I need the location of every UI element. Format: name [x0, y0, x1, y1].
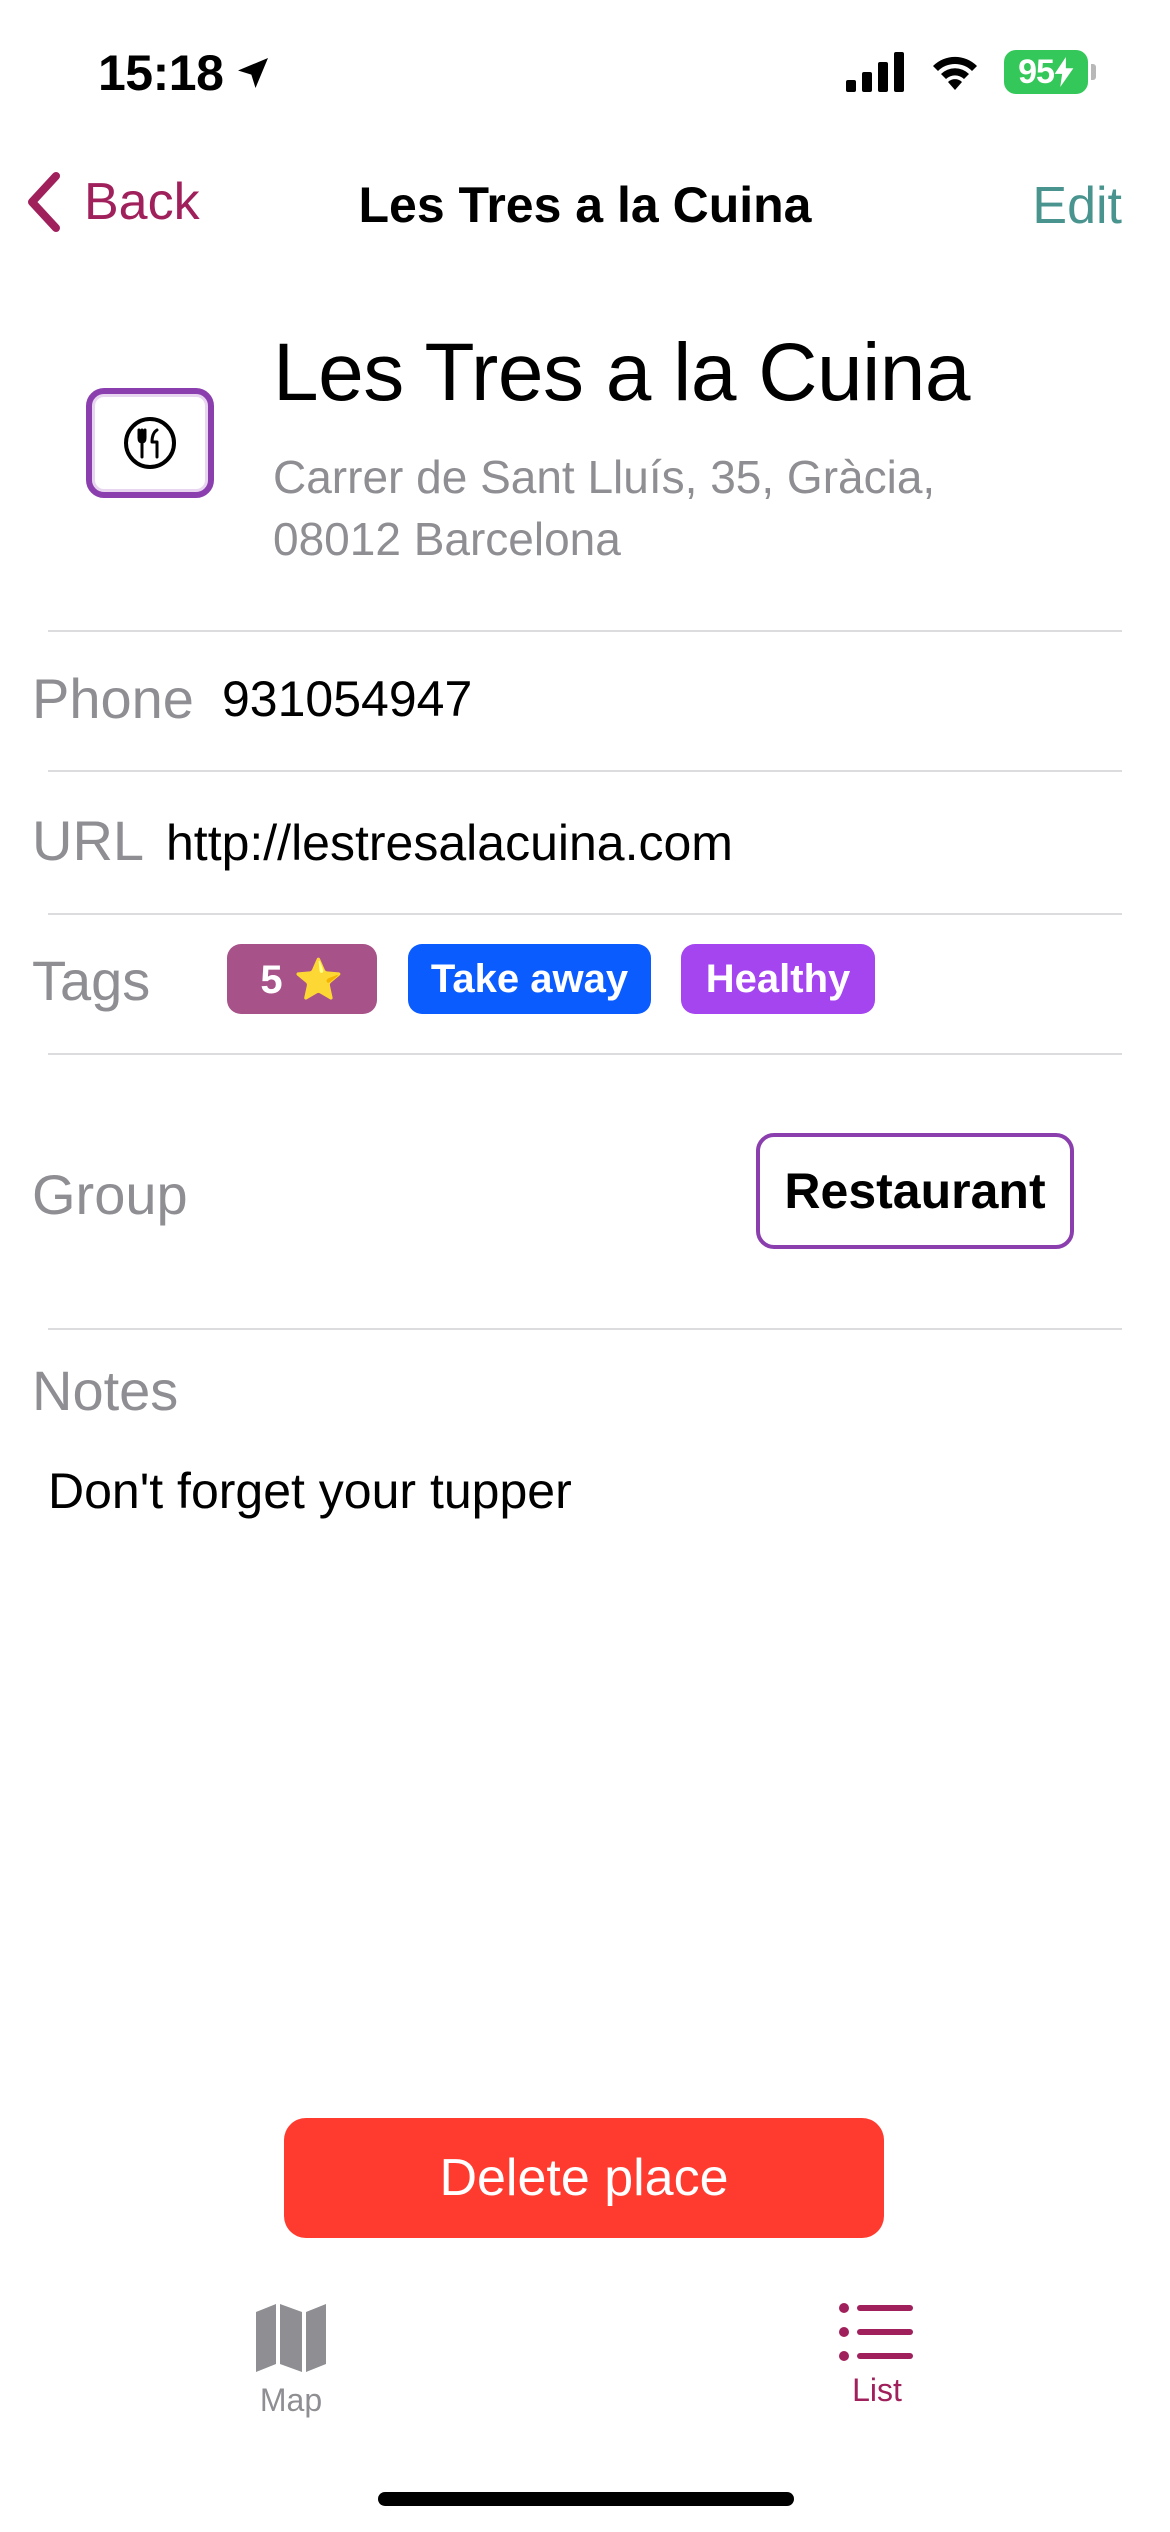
tag-take-away[interactable]: Take away — [408, 944, 651, 1014]
status-indicators: 95 — [846, 50, 1096, 94]
nav-title: Les Tres a la Cuina — [358, 177, 812, 233]
battery-indicator: 95 — [1004, 50, 1096, 94]
cellular-signal-icon — [846, 52, 904, 92]
tab-map-label: Map — [259, 2382, 323, 2418]
address-line-2: 08012 Barcelona — [273, 513, 621, 565]
divider — [48, 630, 1122, 632]
url-value[interactable]: http://lestresalacuina.com — [166, 814, 733, 872]
battery-percent: 95 — [1018, 52, 1055, 91]
place-group-icon — [86, 388, 214, 498]
tag-healthy[interactable]: Healthy — [681, 944, 875, 1014]
notes-value[interactable]: Don't forget your tupper — [48, 1462, 572, 1520]
address-line-1: Carrer de Sant Lluís, 35, Gràcia, — [273, 451, 936, 503]
battery-level: 95 — [1004, 50, 1088, 94]
tab-map[interactable]: Map — [141, 2302, 441, 2419]
divider — [48, 913, 1122, 915]
delete-place-button[interactable]: Delete place — [284, 2118, 884, 2238]
divider — [48, 1053, 1122, 1055]
group-button[interactable]: Restaurant — [756, 1133, 1074, 1249]
tags-label: Tags — [32, 949, 151, 1012]
phone-value[interactable]: 931054947 — [222, 670, 472, 728]
home-indicator[interactable] — [378, 2492, 794, 2506]
url-label: URL — [32, 809, 145, 872]
wifi-icon — [933, 56, 977, 90]
list-icon — [839, 2303, 913, 2361]
place-name: Les Tres a la Cuina — [273, 327, 971, 418]
fork-knife-icon — [124, 417, 176, 469]
status-bar-time: 15:18 — [98, 44, 273, 102]
notes-label: Notes — [32, 1359, 179, 1422]
tag-rating[interactable]: 5 ⭐️ — [227, 944, 377, 1014]
charging-bolt-icon — [1054, 57, 1074, 87]
phone-label: Phone — [32, 667, 194, 730]
status-time: 15:18 — [98, 45, 224, 101]
location-arrow-icon — [238, 58, 269, 88]
battery-nub — [1091, 64, 1096, 80]
divider — [48, 1328, 1122, 1330]
map-icon — [256, 2304, 326, 2372]
tab-list[interactable]: List — [727, 2302, 1027, 2409]
tab-list-label: List — [852, 2372, 902, 2408]
divider — [48, 770, 1122, 772]
place-address: Carrer de Sant Lluís, 35, Gràcia, 08012 … — [273, 446, 993, 570]
edit-button[interactable]: Edit — [1032, 176, 1122, 236]
group-label: Group — [32, 1163, 188, 1226]
